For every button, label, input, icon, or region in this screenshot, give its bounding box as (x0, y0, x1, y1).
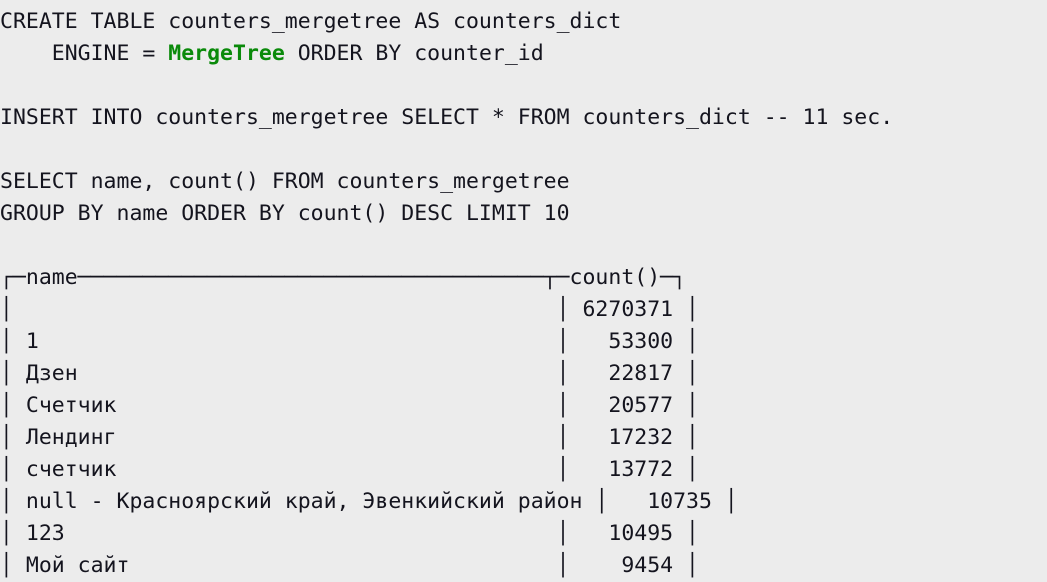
table-row: │ 123 │ 10495 │ (0, 521, 699, 546)
table-row: │ Лендинг │ 17232 │ (0, 425, 699, 450)
table-row: │ счетчик │ 13772 │ (0, 457, 699, 482)
table-row: │ 1 │ 53300 │ (0, 329, 699, 354)
sql-line-create-table: CREATE TABLE counters_mergetree AS count… (0, 9, 622, 34)
table-row: │ null - Красноярский край, Эвенкийский … (0, 489, 738, 514)
sql-text-engine-prefix: ENGINE = (0, 41, 169, 66)
table-row: │ │ 6270371 │ (0, 297, 699, 322)
sql-statements-region: CREATE TABLE counters_mergetree AS count… (0, 6, 1047, 230)
result-table-region: ┌─name──────────────────────────────────… (0, 262, 1047, 582)
table-header-border: ┌─name──────────────────────────────────… (0, 265, 687, 290)
sql-blank-line-2 (0, 134, 1047, 166)
sql-line-group-by: GROUP BY name ORDER BY count() DESC LIMI… (0, 201, 570, 226)
table-row: │ Мой сайт │ 9454 │ (0, 553, 699, 578)
sql-blank-line-1 (0, 70, 1047, 102)
table-row: │ Счетчик │ 20577 │ (0, 393, 699, 418)
table-row: │ Дзен │ 22817 │ (0, 361, 699, 386)
sql-line-engine: ENGINE = MergeTree ORDER BY counter_id (0, 38, 1047, 70)
sql-code-block[interactable]: CREATE TABLE counters_mergetree AS count… (0, 6, 1047, 230)
sql-keyword-mergetree: MergeTree (168, 41, 285, 66)
sql-text-engine-suffix: ORDER BY counter_id (284, 41, 544, 66)
result-table: ┌─name──────────────────────────────────… (0, 262, 1047, 582)
sql-line-insert-into: INSERT INTO counters_mergetree SELECT * … (0, 105, 894, 130)
sql-line-select: SELECT name, count() FROM counters_merge… (0, 169, 570, 194)
terminal-output-pane: CREATE TABLE counters_mergetree AS count… (0, 0, 1047, 581)
